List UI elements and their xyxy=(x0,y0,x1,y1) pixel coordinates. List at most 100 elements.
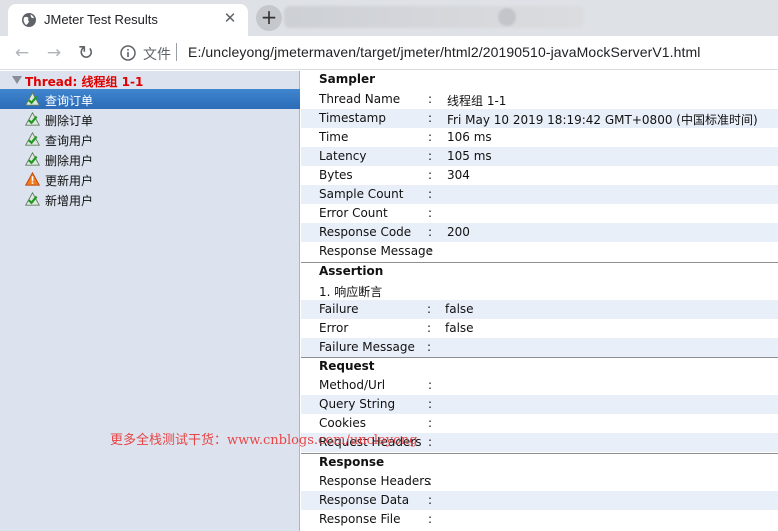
blurred-tab-icon xyxy=(498,8,516,26)
field-value: 106 ms xyxy=(447,130,492,144)
field-value: 105 ms xyxy=(447,149,492,163)
assertion-name-row: 1. 响应断言 xyxy=(301,281,778,300)
field-key: Response Headers xyxy=(319,474,431,488)
forward-button[interactable]: → xyxy=(42,41,66,65)
sample-item[interactable]: 更新用户 xyxy=(0,169,300,189)
field-colon: : xyxy=(427,302,432,316)
sample-item[interactable]: 新增用户 xyxy=(0,189,300,209)
detail-row: Thread Name: 线程组 1-1 xyxy=(301,90,778,109)
sample-label: 新增用户 xyxy=(45,194,94,208)
back-button[interactable]: ← xyxy=(10,41,34,65)
request-section-header: Request xyxy=(301,357,778,376)
info-icon[interactable] xyxy=(120,45,136,61)
field-value: 线程组 1-1 xyxy=(447,94,507,108)
field-colon: : xyxy=(428,111,433,125)
watermark: 更多全栈测试干货：www.cnblogs.com/uncleyong xyxy=(110,433,418,448)
field-key: Response Code xyxy=(319,225,412,239)
results-tree-panel: Thread: 线程组 1-1 查询订单删除订单 查询用户删除用户更新用户新增用户 xyxy=(0,71,300,531)
field-key: Query String xyxy=(319,397,396,411)
detail-row: Response File: xyxy=(301,510,778,529)
field-key: Response File xyxy=(319,512,401,526)
close-tab-icon[interactable]: ✕ xyxy=(220,8,240,28)
url-separator xyxy=(176,43,177,61)
field-colon: : xyxy=(428,416,433,430)
thread-label: Thread: 线程组 1-1 xyxy=(25,75,144,89)
blurred-background-tab[interactable] xyxy=(284,6,584,28)
warning-icon xyxy=(24,171,41,186)
field-key: Method/Url xyxy=(319,378,386,392)
detail-row: Latency:105 ms xyxy=(301,147,778,166)
detail-row: Sample Count: xyxy=(301,185,778,204)
thread-node[interactable]: Thread: 线程组 1-1 xyxy=(0,72,300,90)
field-colon: : xyxy=(427,321,432,335)
section-title: Request xyxy=(319,359,375,373)
detail-row: Response Data: xyxy=(301,491,778,510)
field-key: Response Data xyxy=(319,493,410,507)
section-title: Response xyxy=(319,455,385,469)
section-title: Sampler xyxy=(319,72,376,86)
url-text[interactable]: E:/uncleyong/jmetermaven/target/jmeter/h… xyxy=(188,44,701,60)
globe-icon xyxy=(22,13,36,27)
field-value: false xyxy=(445,302,474,316)
sample-label: 删除订单 xyxy=(45,114,94,128)
success-check-icon xyxy=(24,151,41,166)
browser-tab-strip: JMeter Test Results ✕ + xyxy=(0,0,778,36)
field-colon: : xyxy=(428,435,433,449)
section-title: Assertion xyxy=(319,264,384,278)
detail-row: Error Count: xyxy=(301,204,778,223)
sampler-section-header: Sampler xyxy=(301,71,778,90)
field-key: Failure xyxy=(319,302,359,316)
field-key: Sample Count xyxy=(319,187,404,201)
detail-row: Error: false xyxy=(301,319,778,338)
detail-row: Response Message: xyxy=(301,242,778,261)
sample-label: 更新用户 xyxy=(45,174,94,188)
success-check-icon xyxy=(24,131,41,146)
success-check-icon xyxy=(24,111,41,126)
field-colon: : xyxy=(428,130,433,144)
sample-item[interactable]: 查询用户 xyxy=(0,129,300,149)
address-bar[interactable]: 文件 E:/uncleyong/jmetermaven/target/jmete… xyxy=(106,39,778,67)
success-check-icon xyxy=(24,91,41,106)
field-colon: : xyxy=(428,397,433,411)
success-check-icon xyxy=(24,191,41,206)
field-colon: : xyxy=(428,187,433,201)
field-key: Error xyxy=(319,321,349,335)
field-colon: : xyxy=(428,378,433,392)
sample-item[interactable]: 查询订单 xyxy=(0,89,300,109)
field-colon: : xyxy=(428,512,433,526)
detail-row: Method/Url: xyxy=(301,376,778,395)
field-colon: : xyxy=(428,92,433,106)
detail-row: Time:106 ms xyxy=(301,128,778,147)
collapse-triangle-icon[interactable] xyxy=(12,76,22,84)
sample-label: 查询订单 xyxy=(45,94,94,108)
field-colon: : xyxy=(428,206,433,220)
sample-detail-panel: Sampler Thread Name: 线程组 1-1 Timestamp: Fri … xyxy=(301,71,778,531)
field-key: Time xyxy=(319,130,349,144)
url-scheme-label: 文件 xyxy=(143,47,171,63)
detail-row: Response Code:200 xyxy=(301,223,778,242)
reload-button[interactable]: ↻ xyxy=(74,41,98,65)
field-key: Timestamp xyxy=(319,111,386,125)
field-key: Cookies xyxy=(319,416,366,430)
detail-row: Response Headers: xyxy=(301,472,778,491)
assertion-name: 1. 响应断言 xyxy=(319,285,383,299)
response-section-header: Response xyxy=(301,453,778,472)
field-value: 200 xyxy=(447,225,470,239)
browser-toolbar: ← → ↻ 文件 E:/uncleyong/jmetermaven/target… xyxy=(0,36,778,70)
sample-label: 删除用户 xyxy=(45,154,94,168)
sample-item[interactable]: 删除订单 xyxy=(0,109,300,129)
detail-row: Failure Message: xyxy=(301,338,778,357)
field-value: Fri May 10 2019 18:19:42 GMT+0800 (中国标准时… xyxy=(447,113,758,127)
field-value: false xyxy=(445,321,474,335)
new-tab-button[interactable]: + xyxy=(256,5,282,31)
assertion-section-header: Assertion xyxy=(301,262,778,281)
field-colon: : xyxy=(428,244,433,258)
field-colon: : xyxy=(428,225,433,239)
field-key: Failure Message xyxy=(319,340,415,354)
browser-tab[interactable]: JMeter Test Results ✕ xyxy=(8,4,248,36)
field-key: Latency xyxy=(319,149,367,163)
sample-item[interactable]: 删除用户 xyxy=(0,149,300,169)
field-colon: : xyxy=(428,493,433,507)
detail-row: Timestamp: Fri May 10 2019 18:19:42 GMT+0… xyxy=(301,109,778,128)
field-key: Response Message xyxy=(319,244,434,258)
